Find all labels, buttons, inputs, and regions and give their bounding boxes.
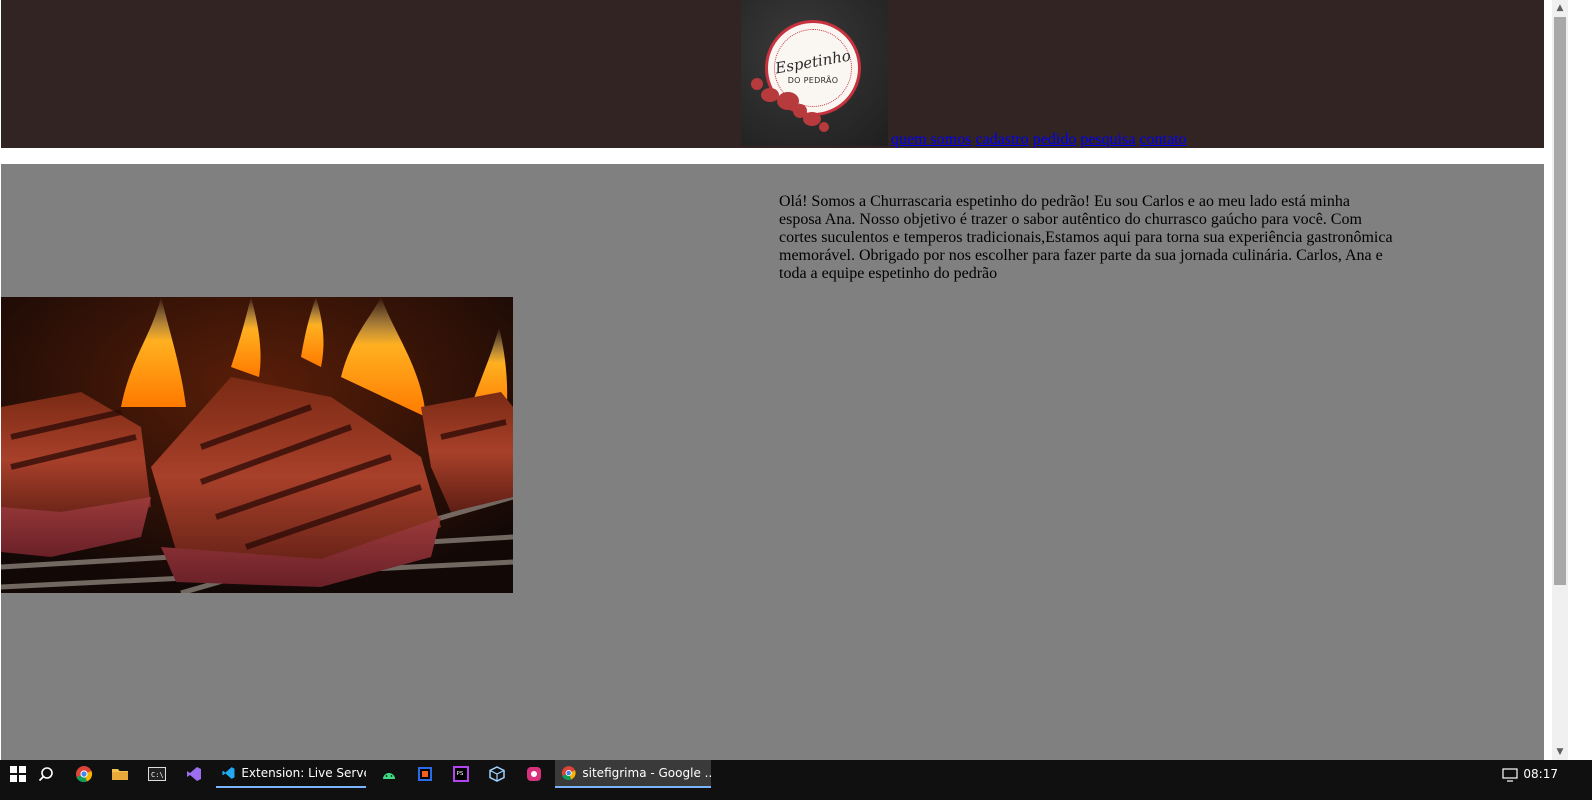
logo-sub-text: DO PEDRÃO bbox=[787, 76, 839, 85]
phpstorm-icon: PS bbox=[453, 766, 469, 782]
jetbrains-icon bbox=[418, 767, 432, 781]
search-icon bbox=[38, 767, 53, 782]
visual-studio-icon bbox=[187, 767, 201, 781]
taskbar-app[interactable] bbox=[516, 760, 552, 788]
taskbar: C:\ Extension: Live Server ... PS bbox=[0, 760, 1592, 800]
nav-link-pedido[interactable]: pedido bbox=[1033, 131, 1077, 148]
taskbar-jetbrains[interactable] bbox=[407, 760, 443, 788]
taskbar-android-studio[interactable] bbox=[371, 760, 407, 788]
nav-link-contato[interactable]: contato bbox=[1139, 131, 1186, 148]
search-button[interactable] bbox=[28, 760, 64, 788]
grilled-steak-image bbox=[1, 297, 513, 593]
scroll-thumb[interactable] bbox=[1554, 17, 1566, 585]
taskbar-vscode[interactable]: Extension: Live Server ... bbox=[216, 760, 366, 788]
scroll-down-arrow-icon[interactable]: ▼ bbox=[1552, 744, 1568, 760]
taskbar-file-explorer[interactable] bbox=[102, 760, 138, 788]
android-icon bbox=[383, 773, 395, 779]
chrome-icon bbox=[76, 766, 93, 783]
svg-text:C:\: C:\ bbox=[151, 771, 164, 779]
taskbar-virtualbox[interactable] bbox=[479, 760, 515, 788]
windows-icon bbox=[10, 766, 26, 782]
grilled-steak-photo-icon bbox=[1, 297, 513, 593]
nav-link-quem-somos[interactable]: quem somos bbox=[891, 131, 971, 148]
scroll-up-arrow-icon[interactable]: ▲ bbox=[1552, 0, 1568, 16]
terminal-icon: C:\ bbox=[148, 767, 166, 781]
logo-splatter bbox=[751, 78, 763, 90]
logo-splatter bbox=[803, 112, 821, 126]
nav-link-pesquisa[interactable]: pesquisa bbox=[1080, 131, 1135, 148]
taskbar-terminal[interactable]: C:\ bbox=[139, 760, 175, 788]
app-icon bbox=[527, 767, 541, 781]
svg-text:PS: PS bbox=[457, 771, 464, 777]
taskbar-visual-studio[interactable] bbox=[176, 760, 212, 788]
logo-splatter bbox=[819, 122, 829, 132]
site-header: Espetinho DO PEDRÃO quem somos cadastro pe… bbox=[1, 0, 1544, 148]
notification-tray[interactable] bbox=[1502, 767, 1518, 786]
taskbar-vscode-label: Extension: Live Server ... bbox=[241, 766, 366, 780]
taskbar-chrome-window[interactable]: sitefigrima - Google ... bbox=[555, 760, 711, 788]
folder-icon bbox=[112, 769, 128, 780]
taskbar-chrome-window-label: sitefigrima - Google ... bbox=[582, 766, 711, 780]
main-nav: quem somos cadastro pedido pesquisa contato bbox=[891, 131, 1191, 149]
main-content: Olá! Somos a Churrascaria espetinho do p… bbox=[1, 164, 1544, 760]
taskbar-chrome[interactable] bbox=[66, 760, 102, 788]
vertical-scrollbar[interactable]: ▲ ▼ bbox=[1552, 0, 1568, 760]
taskbar-clock[interactable]: 08:17 bbox=[1523, 760, 1558, 788]
taskbar-phpstorm[interactable]: PS bbox=[443, 760, 479, 788]
intro-text: Olá! Somos a Churrascaria espetinho do p… bbox=[779, 193, 1393, 282]
virtualbox-icon bbox=[489, 766, 505, 782]
nav-link-cadastro[interactable]: cadastro bbox=[975, 131, 1028, 148]
network-icon bbox=[1502, 768, 1518, 782]
vscode-icon bbox=[222, 767, 235, 779]
logo[interactable]: Espetinho DO PEDRÃO bbox=[741, 0, 888, 146]
chrome-icon bbox=[561, 766, 576, 780]
